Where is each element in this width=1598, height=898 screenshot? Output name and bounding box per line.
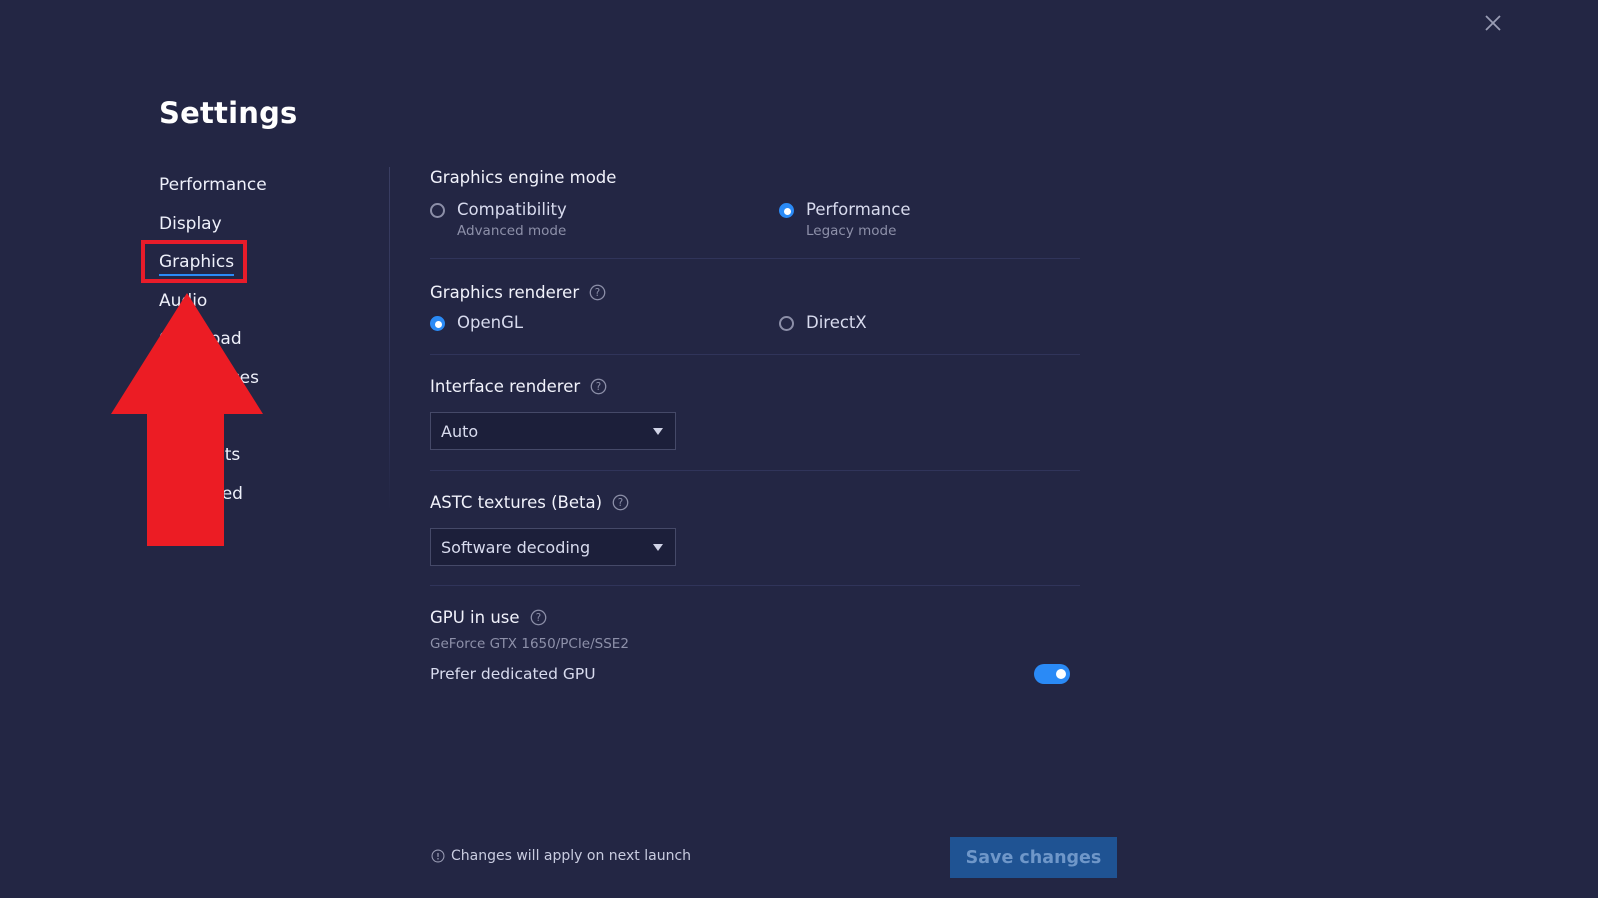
section-title-text: GPU in use [430,607,520,627]
svg-text:?: ? [595,288,600,299]
sidebar-item-display[interactable]: Display [159,209,369,248]
sidebar-item-label: Preferences [159,367,259,388]
radio-compatibility[interactable]: Compatibility Advanced mode [430,196,567,238]
sidebar-item-label: Gamepad [159,329,242,350]
sidebar-item-audio[interactable]: Audio [159,286,369,325]
astc-textures-section: ASTC textures (Beta) ? Software decoding [430,471,1080,586]
sidebar-item-gamepad[interactable]: Gamepad [159,324,369,363]
svg-text:?: ? [596,382,601,393]
graphics-engine-mode-section: Graphics engine mode Compatibility Advan… [430,162,1080,259]
prefer-dedicated-gpu-label: Prefer dedicated GPU [430,665,596,683]
radio-button[interactable] [430,203,445,218]
dropdown-value: Auto [441,421,479,441]
astc-textures-dropdown[interactable]: Software decoding [430,528,676,566]
sidebar-item-shortcuts[interactable]: Shortcuts [159,440,369,479]
settings-sidebar: Performance Display Graphics Audio Gamep… [159,170,369,517]
help-circle-icon[interactable]: ? [590,378,607,395]
sidebar-item-advanced[interactable]: Advanced [159,479,369,518]
sidebar-item-label: Device [159,406,218,427]
interface-renderer-section: Interface renderer ? Auto [430,355,1080,471]
section-title-text: Graphics renderer [430,282,580,302]
graphics-settings-panel: Graphics engine mode Compatibility Advan… [430,162,1080,684]
close-icon [1485,15,1501,31]
footer-note-text: Changes will apply on next launch [451,848,692,864]
gpu-name: GeForce GTX 1650/PCIe/SSE2 [430,636,629,652]
caret-down-icon [653,543,663,551]
sidebar-item-label: Advanced [159,483,243,504]
help-circle-icon[interactable]: ? [530,609,547,626]
radio-directx[interactable]: DirectX [779,309,867,337]
dropdown-value: Software decoding [441,537,591,557]
gpu-section: GPU in use ? GeForce GTX 1650/PCIe/SSE2 … [430,586,1080,684]
help-circle-icon[interactable]: ? [589,284,606,301]
sidebar-item-label: Graphics [159,247,235,277]
section-title-text: Interface renderer [430,376,581,396]
radio-label: OpenGL [457,313,524,332]
section-title-text: ASTC textures (Beta) [430,492,603,512]
caret-down-icon [653,427,663,435]
graphics-renderer-section: Graphics renderer ? OpenGL DirectX [430,259,1080,355]
radio-performance[interactable]: Performance Legacy mode [779,196,911,238]
radio-button[interactable] [779,203,794,218]
sidebar-item-performance[interactable]: Performance [159,170,369,209]
radio-sublabel: Advanced mode [457,223,567,239]
sidebar-item-label: Performance [159,175,267,195]
sidebar-item-graphics[interactable]: Graphics [159,247,369,286]
radio-button[interactable] [430,316,445,331]
sidebar-item-label: Display [159,213,222,234]
help-circle-icon[interactable]: ? [612,494,629,511]
radio-label: Performance [806,200,911,219]
engine-mode-radio-group: Compatibility Advanced mode Performance … [430,196,1080,250]
vertical-divider [389,167,390,512]
interface-renderer-dropdown[interactable]: Auto [430,412,676,450]
sidebar-item-label: Shortcuts [159,445,241,466]
radio-sublabel: Legacy mode [806,223,897,239]
save-changes-button[interactable]: Save changes [950,837,1117,878]
sidebar-item-device[interactable]: Device [159,402,369,441]
section-title-text: Graphics engine mode [430,167,617,187]
sidebar-item-preferences[interactable]: Preferences [159,363,369,402]
radio-label: Compatibility [457,200,567,219]
svg-text:?: ? [535,613,540,624]
page-title: Settings [159,96,298,130]
renderer-radio-group: OpenGL DirectX [430,309,1080,345]
prefer-dedicated-gpu-row: Prefer dedicated GPU [430,664,1070,684]
prefer-dedicated-gpu-toggle[interactable] [1034,664,1070,684]
svg-text:?: ? [618,498,623,509]
footer-note: Changes will apply on next launch [431,848,691,864]
section-title: Graphics engine mode [430,162,1080,192]
sidebar-item-label: Audio [159,290,208,311]
info-icon [431,849,445,863]
radio-opengl[interactable]: OpenGL [430,309,523,337]
close-button[interactable] [1479,9,1507,37]
toggle-knob [1056,669,1066,679]
radio-label: DirectX [806,313,867,332]
radio-button[interactable] [779,316,794,331]
